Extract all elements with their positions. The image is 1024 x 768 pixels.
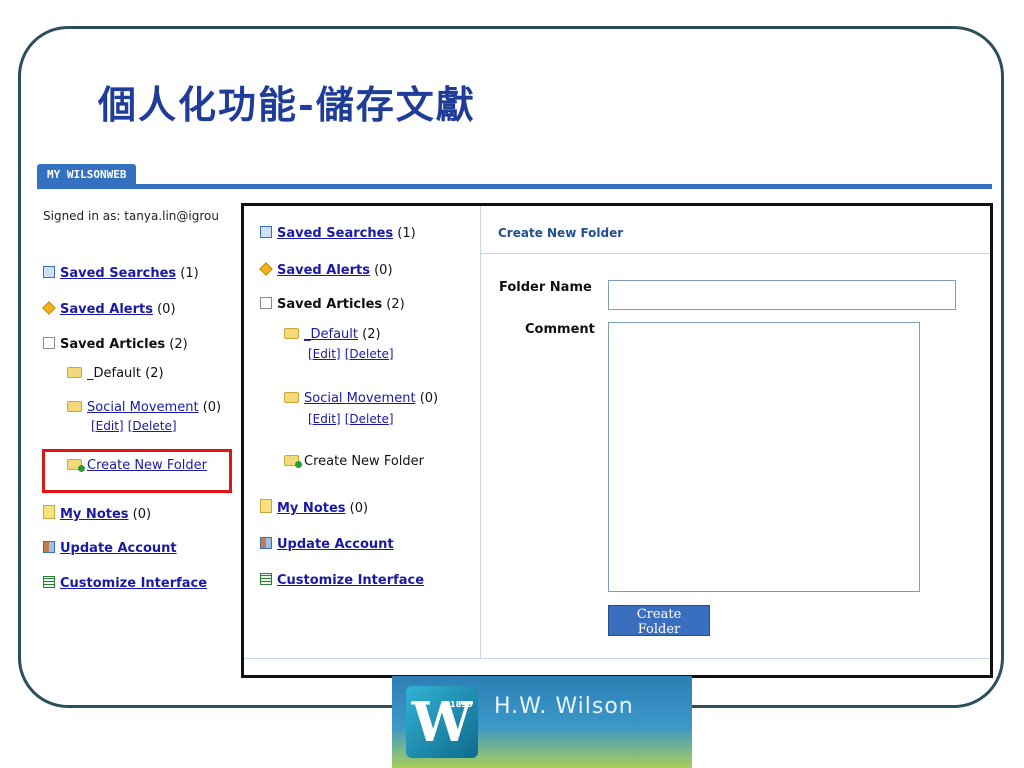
- sidebar-item-update-account[interactable]: Update Account: [43, 541, 177, 556]
- social-movement-link[interactable]: Social Movement: [87, 400, 199, 415]
- divider: [244, 658, 990, 659]
- my-notes-count: (0): [132, 507, 152, 522]
- zoom-item-my-notes[interactable]: My Notes (0): [260, 499, 368, 516]
- edit-folder-link[interactable]: [Edit]: [91, 419, 124, 433]
- logo-brand: H.W. Wilson: [494, 694, 634, 719]
- saved-articles-count: (2): [169, 337, 188, 352]
- heading-divider: [481, 253, 990, 254]
- create-folder-heading: Create New Folder: [498, 226, 624, 240]
- saved-alerts-link[interactable]: Saved Alerts: [60, 302, 153, 317]
- default-folder-count: (2): [145, 366, 164, 381]
- zoom-item-saved-searches[interactable]: Saved Searches (1): [260, 226, 416, 241]
- update-account-link[interactable]: Update Account: [60, 541, 177, 556]
- saved-search-icon: [260, 226, 272, 238]
- account-icon: [43, 541, 55, 553]
- create-folder-button[interactable]: Create Folder: [608, 605, 710, 637]
- zoom-social-movement-link[interactable]: Social Movement: [304, 391, 416, 406]
- zoom-my-notes-count: (0): [349, 501, 369, 516]
- customize-interface-link[interactable]: Customize Interface: [60, 576, 207, 591]
- zoom-item-saved-articles: Saved Articles (2): [260, 297, 405, 312]
- zoom-delete-social-link[interactable]: [Delete]: [345, 412, 394, 426]
- zoom-folder-social-movement[interactable]: Social Movement (0): [284, 391, 438, 406]
- zoom-create-folder[interactable]: Create New Folder: [284, 454, 424, 469]
- comment-label: Comment: [525, 322, 595, 337]
- zoom-saved-searches-link[interactable]: Saved Searches: [277, 226, 393, 241]
- notes-icon: [43, 505, 55, 519]
- sidebar-item-saved-alerts[interactable]: Saved Alerts (0): [42, 301, 176, 317]
- zoom-edit-social-link[interactable]: [Edit]: [308, 412, 341, 426]
- zoom-customize-interface-link[interactable]: Customize Interface: [277, 573, 424, 588]
- new-folder-icon: [284, 455, 302, 468]
- zoom-delete-default-link[interactable]: [Delete]: [345, 347, 394, 361]
- customize-icon: [43, 576, 55, 588]
- folder-icon: [67, 367, 82, 378]
- zoom-saved-alerts-link[interactable]: Saved Alerts: [277, 263, 370, 278]
- zoom-default-actions: [Edit] [Delete]: [308, 347, 394, 362]
- saved-search-icon: [43, 266, 55, 278]
- zoom-my-notes-link[interactable]: My Notes: [277, 501, 346, 516]
- sidebar-item-saved-searches[interactable]: Saved Searches (1): [43, 266, 199, 281]
- alert-icon: [259, 262, 273, 276]
- zoom-saved-articles-label: Saved Articles: [277, 297, 383, 312]
- slide-title: 個人化功能-儲存文獻: [98, 82, 476, 127]
- account-icon: [260, 537, 272, 549]
- zoom-saved-alerts-count: (0): [374, 263, 393, 278]
- logo-year: 1898: [450, 700, 473, 709]
- folder-icon: [284, 392, 299, 403]
- zoom-saved-searches-count: (1): [397, 226, 416, 241]
- saved-searches-link[interactable]: Saved Searches: [60, 266, 176, 281]
- zoom-saved-articles-count: (2): [386, 297, 405, 312]
- zoom-default-folder-link[interactable]: _Default: [304, 327, 358, 342]
- document-icon: [43, 337, 55, 349]
- zoom-edit-default-link[interactable]: [Edit]: [308, 347, 341, 361]
- zoom-item-customize-interface[interactable]: Customize Interface: [260, 573, 424, 588]
- zoomed-panel: Saved Searches (1) Saved Alerts (0) Save…: [241, 203, 993, 678]
- sidebar-folder-default: _Default (2): [67, 366, 164, 381]
- delete-folder-link[interactable]: [Delete]: [128, 419, 177, 433]
- folder-icon: [67, 401, 82, 412]
- zoom-create-new-folder-label[interactable]: Create New Folder: [304, 454, 424, 469]
- folder-name-label: Folder Name: [499, 280, 592, 295]
- tab-my-wilsonweb[interactable]: MY WILSONWEB: [37, 164, 137, 186]
- zoom-item-saved-alerts[interactable]: Saved Alerts (0): [259, 262, 393, 278]
- w-logo-icon: W: [406, 686, 478, 758]
- social-movement-count: (0): [202, 400, 222, 415]
- sidebar-item-my-notes[interactable]: My Notes (0): [43, 505, 151, 522]
- sidebar-folder-social-movement[interactable]: Social Movement (0): [67, 400, 221, 415]
- sidebar-item-saved-articles: Saved Articles (2): [43, 337, 188, 352]
- zoom-item-update-account[interactable]: Update Account: [260, 537, 394, 552]
- folder-name-input[interactable]: [608, 280, 956, 310]
- my-notes-link[interactable]: My Notes: [60, 507, 129, 522]
- zoom-social-movement-count: (0): [419, 391, 439, 406]
- saved-alerts-count: (0): [157, 302, 176, 317]
- comment-textarea[interactable]: [608, 322, 920, 592]
- sidebar-item-customize-interface[interactable]: Customize Interface: [43, 576, 207, 591]
- alert-icon: [42, 301, 56, 315]
- document-icon: [260, 297, 272, 309]
- folder-icon: [284, 328, 299, 339]
- signed-in-status: Signed in as: tanya.lin@igrou: [43, 209, 219, 223]
- notes-icon: [260, 499, 272, 513]
- hw-wilson-logo: W 1898 H.W. Wilson: [392, 676, 692, 768]
- sidebar-folder-actions: [Edit] [Delete]: [91, 419, 177, 434]
- saved-articles-label: Saved Articles: [60, 337, 166, 352]
- tab-bar: [37, 184, 992, 189]
- zoom-default-folder-count: (2): [362, 327, 381, 342]
- highlight-box: [42, 449, 232, 493]
- saved-searches-count: (1): [180, 266, 199, 281]
- zoom-social-actions: [Edit] [Delete]: [308, 412, 394, 427]
- default-folder-label: _Default: [87, 366, 141, 381]
- customize-icon: [260, 573, 272, 585]
- zoom-update-account-link[interactable]: Update Account: [277, 537, 394, 552]
- zoom-folder-default[interactable]: _Default (2): [284, 327, 381, 342]
